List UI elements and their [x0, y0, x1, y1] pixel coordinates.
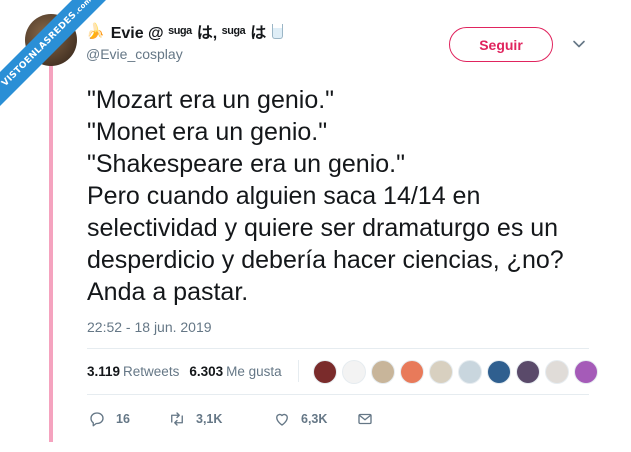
liker-avatar[interactable] [545, 360, 569, 384]
like-label: Me gusta [226, 364, 282, 379]
liker-avatar[interactable] [313, 360, 337, 384]
tweet-timestamp[interactable]: 22:52 - 18 jun. 2019 [87, 319, 212, 335]
liker-avatar[interactable] [400, 360, 424, 384]
author-name[interactable]: 🍌 Evie @ ˢᵘᵍᵃ は, ˢᵘᵍᵃ は [86, 19, 284, 43]
reply-icon [90, 412, 104, 427]
display-name-text: Evie @ ˢᵘᵍᵃ は, ˢᵘᵍᵃ は [110, 25, 267, 42]
retweet-icon [171, 412, 183, 426]
liker-avatar[interactable] [429, 360, 453, 384]
reply-count: 16 [116, 412, 130, 426]
tweet-stats: 3.119 Retweets 6.303 Me gusta [87, 364, 282, 379]
watermark-sub: .com [73, 0, 94, 16]
envelope-icon [358, 413, 372, 425]
like-action-count: 6,3K [301, 412, 328, 426]
retweet-action-count: 3,1K [196, 412, 223, 426]
liker-avatars [313, 360, 598, 384]
retweet-count: 3.119 [87, 364, 121, 379]
dm-action[interactable] [356, 410, 374, 428]
author-handle[interactable]: @Evie_cosplay [86, 46, 183, 62]
tweet-text: "Mozart era un genio." "Monet era un gen… [87, 86, 564, 306]
liker-avatar[interactable] [458, 360, 482, 384]
liker-avatar[interactable] [574, 360, 598, 384]
banana-icon: 🍌 [86, 23, 105, 40]
thread-line [49, 60, 53, 442]
divider-top [87, 348, 589, 349]
like-stat[interactable]: 6.303 Me gusta [189, 364, 281, 379]
milk-glass-icon [272, 23, 284, 39]
retweet-action[interactable]: 3,1K [168, 410, 273, 428]
retweet-label: Retweets [123, 364, 180, 379]
like-action[interactable]: 6,3K [273, 410, 356, 428]
retweet-stat[interactable]: 3.119 Retweets [87, 364, 179, 379]
divider-bottom [87, 394, 589, 395]
liker-avatar[interactable] [371, 360, 395, 384]
liker-avatar[interactable] [516, 360, 540, 384]
tweet-actions: 16 3,1K 6,3K [88, 410, 374, 428]
liker-avatar[interactable] [342, 360, 366, 384]
stats-separator [298, 360, 299, 382]
liker-avatar[interactable] [487, 360, 511, 384]
like-count: 6.303 [189, 364, 224, 379]
heart-icon [276, 413, 288, 426]
chevron-down-icon[interactable] [572, 37, 586, 51]
reply-action[interactable]: 16 [88, 410, 168, 428]
follow-button[interactable]: Seguir [449, 27, 553, 62]
